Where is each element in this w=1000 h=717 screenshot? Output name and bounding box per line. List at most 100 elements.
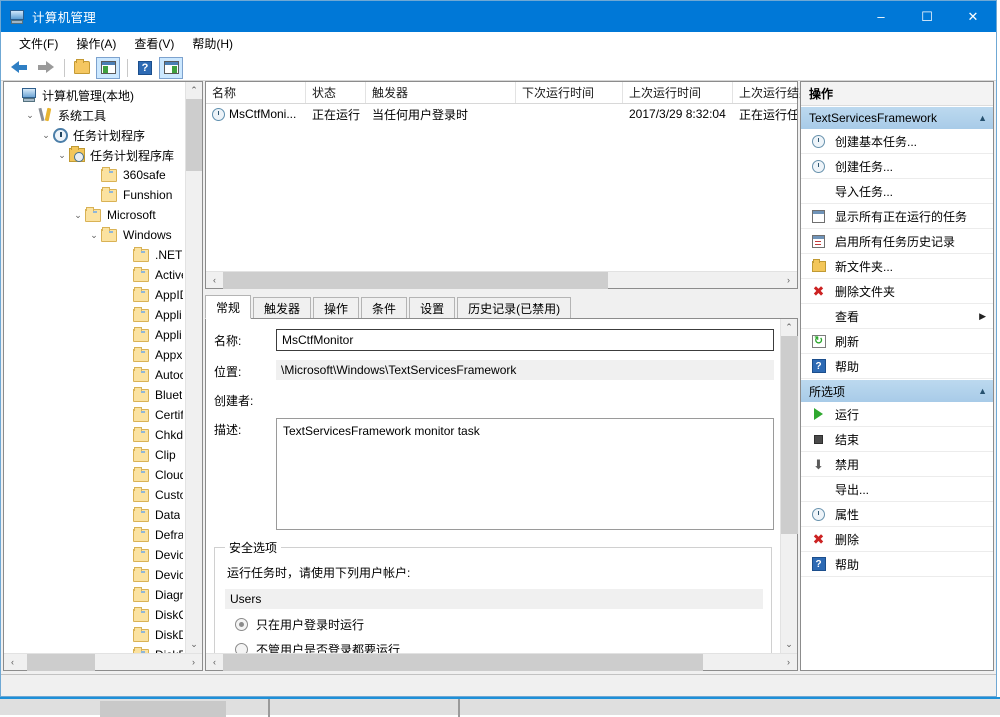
action-item-禁用[interactable]: ⬇禁用	[801, 452, 993, 477]
expand-collapse-icon[interactable]: ⌄	[55, 145, 69, 165]
tree-item-360safe[interactable]: 360safe	[4, 165, 185, 185]
detail-scroll-left-button[interactable]: ‹	[206, 654, 223, 671]
name-field[interactable]: MsCtfMonitor	[276, 329, 774, 351]
action-item-属性[interactable]: 属性	[801, 502, 993, 527]
detail-scroll-up-button[interactable]: ⌃	[781, 319, 797, 336]
column-header-1[interactable]: 状态	[306, 82, 366, 103]
list-scroll-left-button[interactable]: ‹	[206, 272, 223, 289]
action-item-刷新[interactable]: ↻刷新	[801, 329, 993, 354]
expand-collapse-icon[interactable]: ⌄	[71, 205, 85, 225]
action-item-新文件夹[interactable]: 新文件夹...	[801, 254, 993, 279]
detail-hscroll-thumb[interactable]	[223, 654, 703, 671]
tree-item-diskd[interactable]: DiskD	[4, 625, 185, 645]
menu-view[interactable]: 查看(V)	[125, 32, 183, 55]
tab-2[interactable]: 操作	[313, 297, 359, 319]
radio-logged-on-indicator[interactable]	[235, 618, 248, 631]
help-button[interactable]: ?	[133, 57, 157, 79]
tree-item-appx[interactable]: Appx	[4, 345, 185, 365]
tree-hscroll-thumb[interactable]	[27, 654, 95, 671]
tree-scroll-right-button[interactable]: ›	[185, 654, 202, 671]
tab-4[interactable]: 设置	[409, 297, 455, 319]
tree-item-defra[interactable]: Defra	[4, 525, 185, 545]
column-header-0[interactable]: 名称	[206, 82, 306, 103]
detail-scroll-right-button[interactable]: ›	[780, 654, 797, 671]
tree-scroll-up-button[interactable]: ⌃	[186, 82, 202, 99]
action-item-启用所有任务历史记录[interactable]: 启用所有任务历史记录	[801, 229, 993, 254]
tree-item-diskc[interactable]: DiskC	[4, 605, 185, 625]
table-row[interactable]: MsCtfMoni...正在运行当任何用户登录时2017/3/29 8:32:0…	[206, 104, 797, 124]
tree-item--[interactable]: ⌄任务计划程序	[4, 125, 185, 145]
expand-collapse-icon[interactable]: ⌄	[87, 225, 101, 245]
list-horizontal-scrollbar[interactable]: ‹ ›	[206, 271, 797, 288]
tree-item--[interactable]: ⌄任务计划程序库	[4, 145, 185, 165]
submenu-arrow-icon[interactable]: ▶	[979, 311, 986, 322]
tree-item-chkd[interactable]: Chkd	[4, 425, 185, 445]
tree-item-cloud[interactable]: Cloud	[4, 465, 185, 485]
column-header-4[interactable]: 上次运行时间	[623, 82, 733, 103]
tree-item-microsoft[interactable]: ⌄Microsoft	[4, 205, 185, 225]
action-item-创建任务[interactable]: 创建任务...	[801, 154, 993, 179]
radio-any-indicator[interactable]	[235, 643, 248, 653]
up-folder-button[interactable]	[70, 57, 94, 79]
maximize-button[interactable]: ☐	[904, 1, 950, 32]
title-bar[interactable]: 计算机管理 – ☐ ✕	[1, 1, 996, 32]
forward-button[interactable]	[33, 57, 57, 79]
menu-help[interactable]: 帮助(H)	[183, 32, 242, 55]
tree-item-autoc[interactable]: Autoc	[4, 365, 185, 385]
actions-group-header-0[interactable]: TextServicesFramework▲	[801, 106, 993, 129]
tree-scroll-down-button[interactable]: ⌄	[186, 636, 202, 653]
show-action-pane-button[interactable]	[159, 57, 183, 79]
action-item-导出[interactable]: 导出...	[801, 477, 993, 502]
action-item-删除文件夹[interactable]: ✖删除文件夹	[801, 279, 993, 304]
expand-collapse-icon[interactable]: ⌄	[23, 105, 37, 125]
detail-scroll-track[interactable]	[781, 336, 797, 636]
action-item-运行[interactable]: 运行	[801, 402, 993, 427]
detail-scroll-thumb[interactable]	[781, 336, 798, 534]
detail-horizontal-scrollbar[interactable]: ‹ ›	[206, 653, 797, 670]
tree-item-windows[interactable]: ⌄Windows	[4, 225, 185, 245]
show-hide-tree-button[interactable]	[96, 57, 120, 79]
radio-run-whether-logged-on[interactable]: 不管用户是否登录都要运行	[225, 641, 763, 653]
action-item-创建基本任务[interactable]: 创建基本任务...	[801, 129, 993, 154]
list-scroll-right-button[interactable]: ›	[780, 272, 797, 289]
column-header-3[interactable]: 下次运行时间	[516, 82, 623, 103]
tree-scroll-thumb[interactable]	[186, 99, 202, 171]
tree-item-custo[interactable]: Custo	[4, 485, 185, 505]
detail-scroll-down-button[interactable]: ⌄	[781, 636, 797, 653]
tree-item-devic[interactable]: Devic	[4, 545, 185, 565]
actions-group-header-1[interactable]: 所选项▲	[801, 379, 993, 402]
tree-item--[interactable]: ⌄系统工具	[4, 105, 185, 125]
tree-item-devic[interactable]: Devic	[4, 565, 185, 585]
tree-item-appli[interactable]: Appli	[4, 305, 185, 325]
action-item-导入任务[interactable]: 导入任务...	[801, 179, 993, 204]
radio-run-when-logged-on[interactable]: 只在用户登录时运行	[225, 616, 763, 633]
tree-item--[interactable]: 计算机管理(本地)	[4, 85, 185, 105]
tree-item-clip[interactable]: Clip	[4, 445, 185, 465]
action-item-查看[interactable]: 查看▶	[801, 304, 993, 329]
tree-item-appid[interactable]: AppID	[4, 285, 185, 305]
back-button[interactable]	[7, 57, 31, 79]
tree-item-certif[interactable]: Certif	[4, 405, 185, 425]
action-item-删除[interactable]: ✖删除	[801, 527, 993, 552]
tree-item-bluet[interactable]: Bluet	[4, 385, 185, 405]
list-hscroll-track[interactable]	[223, 272, 780, 289]
list-hscroll-thumb[interactable]	[223, 272, 608, 289]
tree-horizontal-scrollbar[interactable]: ‹ ›	[4, 653, 202, 670]
minimize-button[interactable]: –	[858, 1, 904, 32]
tab-5[interactable]: 历史记录(已禁用)	[457, 297, 571, 319]
action-item-结束[interactable]: 结束	[801, 427, 993, 452]
action-item-帮助[interactable]: ?帮助	[801, 354, 993, 379]
column-header-2[interactable]: 触发器	[366, 82, 516, 103]
tree-item-diagr[interactable]: Diagr	[4, 585, 185, 605]
tab-3[interactable]: 条件	[361, 297, 407, 319]
tree-item-appli[interactable]: Appli	[4, 325, 185, 345]
close-button[interactable]: ✕	[950, 1, 996, 32]
menu-file[interactable]: 文件(F)	[10, 32, 67, 55]
detail-vertical-scrollbar[interactable]: ⌃ ⌄	[780, 319, 797, 653]
description-field[interactable]: TextServicesFramework monitor task	[276, 418, 774, 530]
tree-scroll-left-button[interactable]: ‹	[4, 654, 21, 671]
tree-item-diskf[interactable]: DiskF	[4, 645, 185, 653]
tree-item-data[interactable]: Data	[4, 505, 185, 525]
tree-item-funshion[interactable]: Funshion	[4, 185, 185, 205]
collapse-caret-icon[interactable]: ▲	[978, 386, 987, 396]
